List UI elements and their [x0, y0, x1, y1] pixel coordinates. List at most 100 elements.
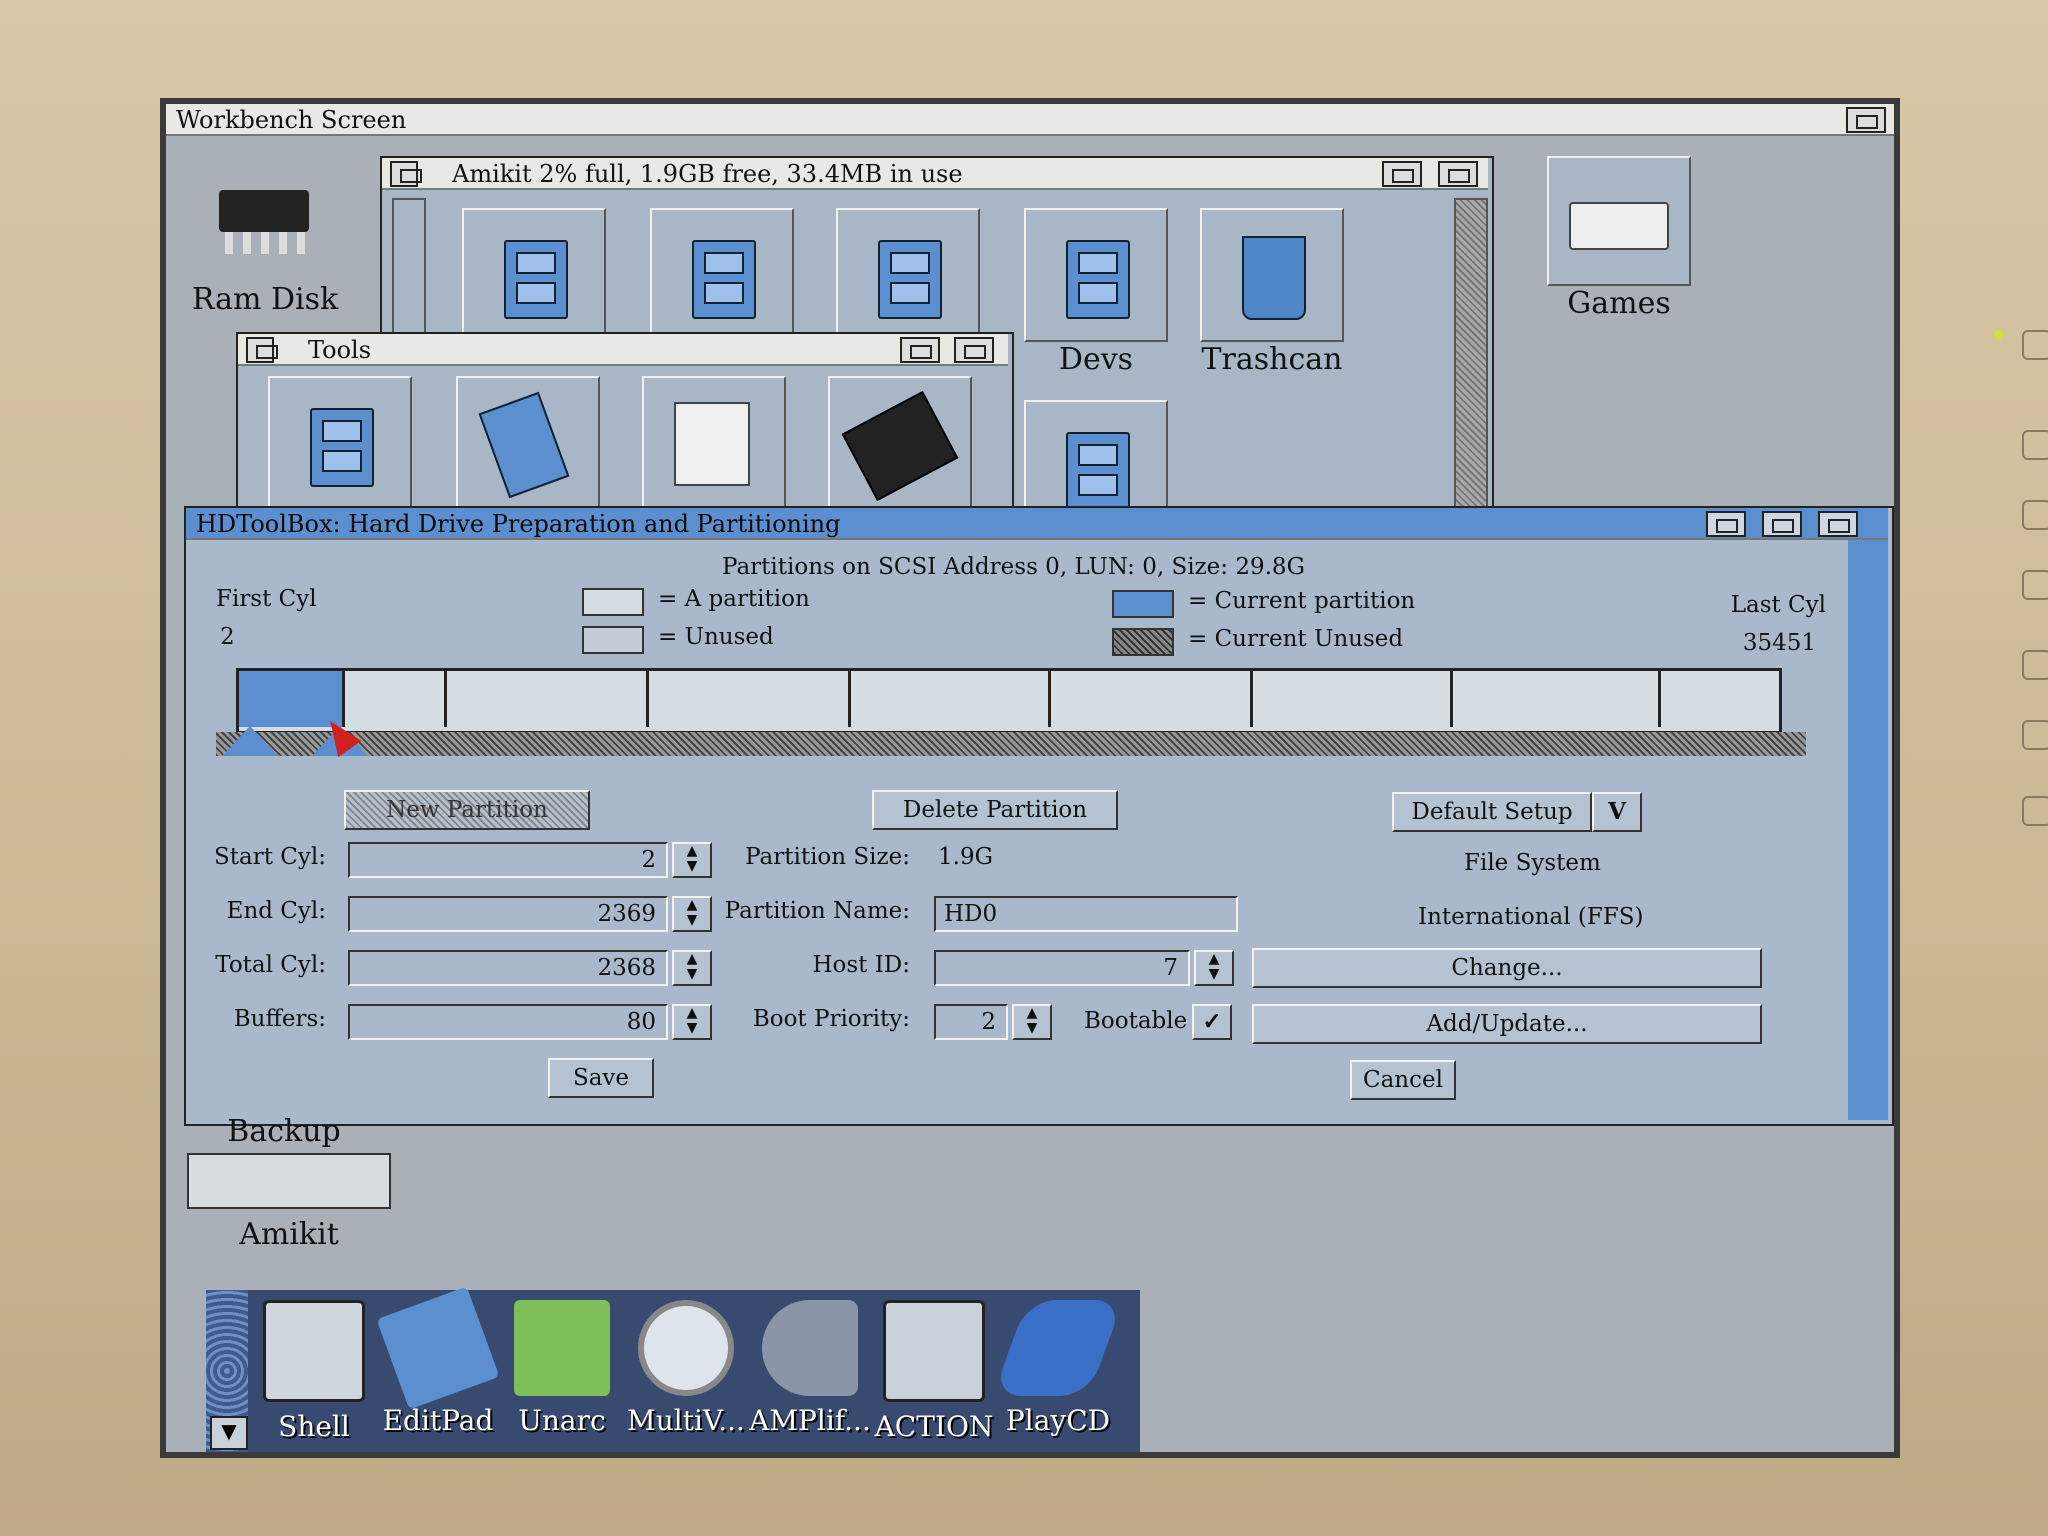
- partition-slider-track[interactable]: [216, 732, 1806, 756]
- dock-item-editpad[interactable]: EditPad: [376, 1286, 500, 1452]
- boot-priority-label: Boot Priority:: [752, 1006, 910, 1032]
- screen-depth-icon[interactable]: [1846, 107, 1886, 133]
- notepad-icon[interactable]: [456, 376, 600, 510]
- iconify-icon[interactable]: [1706, 511, 1746, 537]
- partition-segment[interactable]: [1453, 671, 1661, 727]
- save-button[interactable]: Save: [548, 1058, 654, 1098]
- change-button[interactable]: Change...: [1252, 948, 1762, 988]
- monitor-button[interactable]: [2022, 720, 2048, 750]
- drawer-icon[interactable]: [650, 208, 794, 342]
- desktop-icon-games[interactable]: Games: [1544, 156, 1694, 321]
- boot-priority-stepper-icon[interactable]: ▲ ▼: [1012, 1004, 1052, 1040]
- first-cyl-label: First Cyl: [216, 586, 317, 612]
- dock-item-shell[interactable]: Shell: [252, 1290, 376, 1452]
- close-icon[interactable]: [246, 337, 278, 363]
- host-id-field[interactable]: 7: [934, 950, 1190, 986]
- tool-icon[interactable]: [268, 376, 412, 510]
- drawer-icon[interactable]: [462, 208, 606, 342]
- partition-name-label: Partition Name:: [724, 898, 910, 924]
- start-handle-icon[interactable]: [222, 726, 278, 756]
- buffers-field[interactable]: 80: [348, 1004, 668, 1040]
- chevron-down-icon[interactable]: ▼: [210, 1416, 248, 1450]
- workbench-screen: Workbench Screen Ram Disk Amikit 2% full…: [160, 98, 1900, 1458]
- host-id-stepper-icon[interactable]: ▲ ▼: [1194, 950, 1234, 986]
- cd-drive-icon: [992, 1300, 1124, 1396]
- shell-icon: [263, 1300, 365, 1402]
- file-system-label: File System: [1464, 850, 1601, 876]
- chip-icon: [197, 156, 333, 282]
- drive-icon: [187, 1153, 391, 1209]
- host-id-label: Host ID:: [812, 952, 910, 978]
- devs-drawer[interactable]: Devs: [1024, 208, 1168, 377]
- tools-window-title-bar[interactable]: Tools: [238, 334, 1008, 366]
- partition-segment[interactable]: [1661, 671, 1779, 727]
- icon-label: Ram Disk: [191, 282, 339, 317]
- start-cyl-field[interactable]: 2: [348, 842, 668, 878]
- total-cyl-label: Total Cyl:: [215, 952, 326, 978]
- dock-item-multiview[interactable]: MultiV...: [624, 1290, 748, 1452]
- new-partition-button[interactable]: New Partition: [344, 790, 590, 830]
- legend-a-partition-swatch: [582, 588, 644, 616]
- disk-icon: [1547, 156, 1691, 286]
- dock-item-amplifier[interactable]: AMPlif...: [748, 1290, 872, 1452]
- desktop-icon-amikit[interactable]: Backup Amikit: [176, 1114, 402, 1252]
- dock-label: MultiV...: [627, 1404, 745, 1437]
- dock-label: PlayCD: [1005, 1404, 1111, 1437]
- partition-size-value: 1.9G: [938, 844, 993, 870]
- monitor-ok-button[interactable]: [2022, 796, 2048, 826]
- partition-name-field[interactable]: HD0: [934, 896, 1238, 932]
- trashcan[interactable]: Trashcan: [1200, 208, 1344, 377]
- amikit-window-title-bar[interactable]: Amikit 2% full, 1.9GB free, 33.4MB in us…: [382, 158, 1488, 190]
- desktop-icon-ram-disk[interactable]: Ram Disk: [190, 156, 340, 317]
- magnifier-icon: [638, 1300, 734, 1396]
- partition-segment[interactable]: [1051, 671, 1253, 727]
- monitor-menu-button[interactable]: [2022, 430, 2048, 460]
- keyboard-icon[interactable]: [828, 376, 972, 510]
- depth-icon[interactable]: [1438, 161, 1478, 187]
- zoom-icon[interactable]: [1382, 161, 1422, 187]
- close-icon[interactable]: [390, 161, 422, 187]
- total-cyl-field[interactable]: 2368: [348, 950, 668, 986]
- dock-item-unarc[interactable]: Unarc: [500, 1290, 624, 1452]
- partition-segment-current[interactable]: [239, 671, 345, 727]
- default-setup-dropdown[interactable]: Default Setup: [1392, 792, 1592, 832]
- end-cyl-field[interactable]: 2369: [348, 896, 668, 932]
- depth-icon[interactable]: [954, 337, 994, 363]
- zoom-icon[interactable]: [1762, 511, 1802, 537]
- hdtoolbox-title-bar[interactable]: HDToolBox: Hard Drive Preparation and Pa…: [186, 508, 1888, 540]
- monitor-button[interactable]: [2022, 650, 2048, 680]
- speaker-icon: [762, 1300, 858, 1396]
- add-update-button[interactable]: Add/Update...: [1252, 1004, 1762, 1044]
- bootable-checkbox[interactable]: ✓: [1192, 1004, 1232, 1040]
- computer-icon[interactable]: [642, 376, 786, 510]
- trashcan-icon: [1200, 208, 1344, 342]
- zoom-icon[interactable]: [900, 337, 940, 363]
- boot-priority-field[interactable]: 2: [934, 1004, 1008, 1040]
- partition-segment[interactable]: [851, 671, 1051, 727]
- delete-partition-button[interactable]: Delete Partition: [872, 790, 1118, 830]
- partition-bar[interactable]: [236, 668, 1782, 734]
- dock-label: EditPad: [382, 1404, 494, 1437]
- monitor-button[interactable]: [2022, 500, 2048, 530]
- cancel-button[interactable]: Cancel: [1350, 1060, 1456, 1100]
- dock: ▼ Shell EditPad Unarc MultiV... AMPlif..…: [206, 1286, 1140, 1452]
- partition-size-label: Partition Size:: [745, 844, 910, 870]
- partitions-heading: Partitions on SCSI Address 0, LUN: 0, Si…: [722, 554, 1305, 580]
- partition-segment[interactable]: [345, 671, 447, 727]
- buffers-label: Buffers:: [233, 1006, 326, 1032]
- dock-label: AMPlif...: [749, 1404, 871, 1437]
- screen-title-bar: Workbench Screen: [166, 104, 1894, 136]
- legend-current-partition: = Current partition: [1188, 588, 1416, 614]
- dock-item-action[interactable]: ACTION: [872, 1290, 996, 1452]
- drawer-icon[interactable]: [836, 208, 980, 342]
- end-cyl-label: End Cyl:: [226, 898, 326, 924]
- hdtoolbox-window[interactable]: HDToolBox: Hard Drive Preparation and Pa…: [184, 506, 1894, 1126]
- monitor-power-button[interactable]: [2022, 330, 2048, 360]
- chevron-down-icon[interactable]: V: [1592, 792, 1642, 832]
- partition-segment[interactable]: [649, 671, 851, 727]
- monitor-button[interactable]: [2022, 570, 2048, 600]
- dock-item-playcd[interactable]: PlayCD: [992, 1290, 1124, 1452]
- partition-segment[interactable]: [1253, 671, 1453, 727]
- depth-icon[interactable]: [1818, 511, 1858, 537]
- partition-segment[interactable]: [447, 671, 649, 727]
